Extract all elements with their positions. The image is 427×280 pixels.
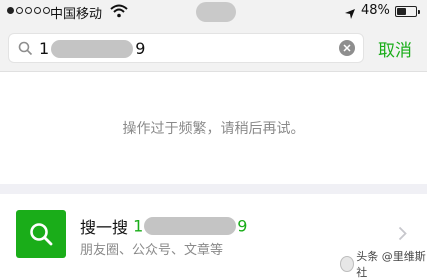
result-title: 搜一搜 1 9	[80, 214, 247, 238]
result-title-label: 搜一搜	[80, 218, 129, 237]
query-suffix: 9	[135, 39, 146, 58]
status-bar: 中国移动 48%	[0, 0, 427, 24]
result-title-prefix: 1	[133, 216, 144, 236]
watermark: 头条 @里维斯社	[340, 248, 427, 280]
result-subtitle: 朋友圈、公众号、文章等	[80, 243, 224, 258]
result-title-suffix: 9	[237, 216, 248, 236]
search-bar: 19 取消	[0, 24, 427, 72]
clear-icon[interactable]	[339, 40, 355, 56]
location-arrow-icon	[344, 5, 356, 24]
search-input[interactable]: 19	[8, 33, 364, 63]
chevron-right-icon	[398, 226, 407, 245]
redacted-area	[196, 2, 236, 22]
battery-percent: 48%	[361, 3, 390, 18]
search-icon	[18, 41, 33, 60]
redacted-number	[51, 39, 134, 58]
rate-limit-message: 操作过于频繁，请稍后再试。	[122, 121, 305, 137]
carrier-name: 中国移动	[50, 7, 103, 22]
cancel-button[interactable]: 取消	[378, 36, 412, 61]
search-query[interactable]: 19	[39, 38, 145, 58]
watermark-text: 头条 @里维斯社	[356, 250, 426, 279]
battery-icon	[395, 6, 420, 17]
query-prefix: 1	[39, 39, 50, 58]
section-divider	[0, 184, 427, 194]
wifi-icon	[110, 3, 128, 22]
search-icon	[16, 210, 66, 258]
signal-strength-icon	[7, 7, 50, 14]
watermark-logo-icon	[340, 256, 355, 272]
redacted-number	[144, 217, 237, 235]
